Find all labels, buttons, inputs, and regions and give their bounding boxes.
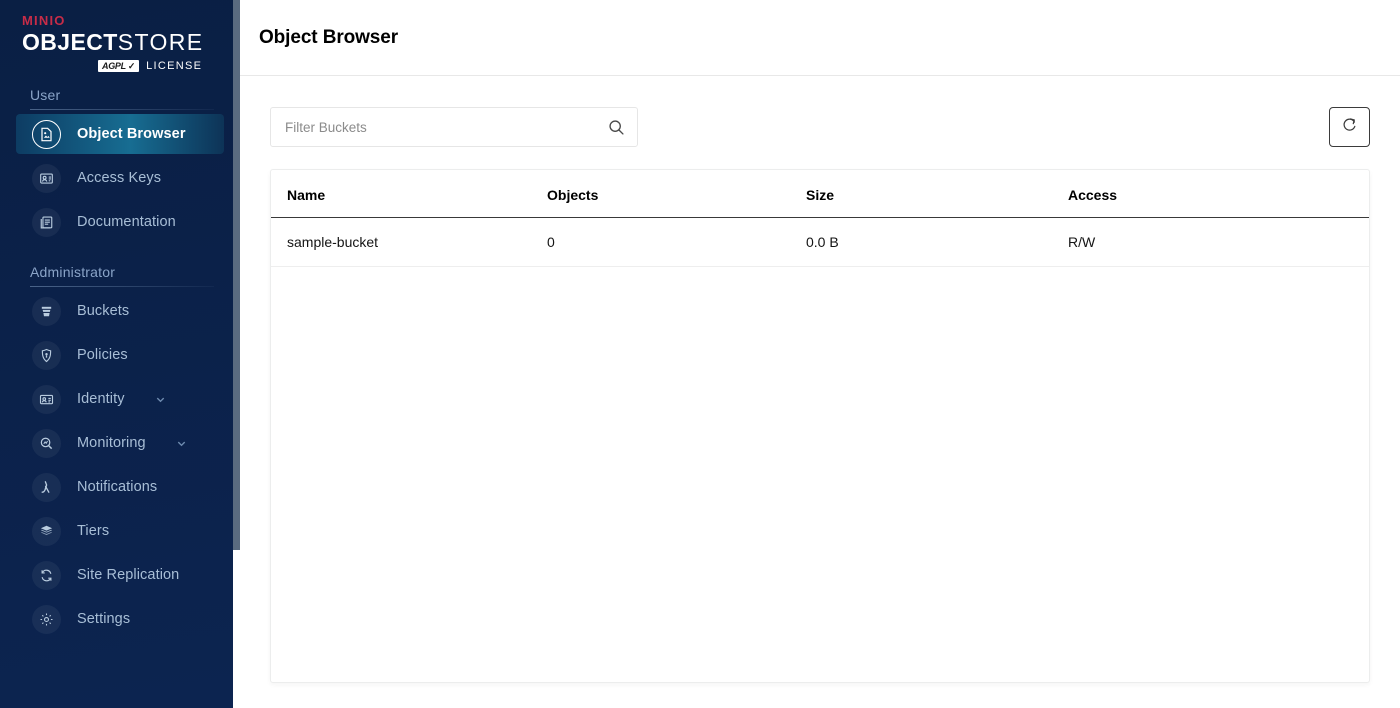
monitoring-magnifier-icon: [32, 428, 61, 458]
column-header-access[interactable]: Access: [1068, 170, 1369, 218]
refresh-icon: [1341, 116, 1358, 138]
table-row[interactable]: sample-bucket 0 0.0 B R/W: [271, 217, 1369, 267]
bucket-icon: [32, 296, 61, 326]
column-header-size[interactable]: Size: [806, 170, 1068, 218]
sync-arrows-icon: [32, 560, 61, 590]
agpl-badge-text: AGPL: [102, 61, 126, 71]
sidebar-item-access-keys[interactable]: Access Keys: [16, 158, 224, 198]
product-wordmark: OBJECTSTORE: [22, 30, 240, 58]
column-header-objects[interactable]: Objects: [547, 170, 806, 218]
sidebar-item-identity[interactable]: Identity: [16, 379, 224, 419]
app-root: MINIO OBJECTSTORE AGPL ✓ LICENSE User Ob…: [0, 0, 1400, 708]
leaf-icon: ✓: [127, 61, 136, 71]
sidebar-item-label: Policies: [77, 347, 128, 363]
column-header-name[interactable]: Name: [271, 170, 547, 218]
sidebar-item-label: Monitoring: [77, 435, 146, 451]
cell-bucket-objects: 0: [547, 217, 806, 267]
sidebar-item-label: Buckets: [77, 303, 130, 319]
sidebar-item-label: Identity: [77, 391, 125, 407]
buckets-table-card: Name Objects Size Access sample-bucket 0…: [270, 169, 1370, 683]
sidebar-section-label-administrator: Administrator: [30, 264, 116, 280]
toolbar: [270, 107, 1370, 147]
chevron-down-icon[interactable]: [176, 438, 187, 449]
sidebar-section-label-user: User: [30, 87, 61, 103]
documentation-icon: [32, 207, 61, 237]
cell-bucket-size: 0.0 B: [806, 217, 1068, 267]
chevron-down-icon[interactable]: [155, 394, 166, 405]
minio-wordmark-suffix: IO: [49, 13, 66, 28]
sidebar-item-notifications[interactable]: Notifications: [16, 467, 224, 507]
sidebar-item-label: Site Replication: [77, 567, 180, 583]
object-browser-icon: [32, 119, 61, 149]
content-area: Name Objects Size Access sample-bucket 0…: [240, 76, 1400, 683]
sidebar-item-settings[interactable]: Settings: [16, 599, 224, 639]
search-icon[interactable]: [608, 119, 625, 136]
sidebar-item-label: Documentation: [77, 214, 176, 230]
sidebar-item-label: Object Browser: [77, 126, 186, 142]
main-content: Object Browser Filter Buckets Name Objec…: [240, 0, 1400, 708]
sidebar-item-label: Access Keys: [77, 170, 162, 186]
sidebar-item-tiers[interactable]: Tiers: [16, 511, 224, 551]
buckets-table: Name Objects Size Access sample-bucket 0…: [271, 170, 1369, 267]
license-label: LICENSE: [146, 60, 203, 72]
page-header: Object Browser: [240, 0, 1400, 76]
sidebar-item-object-browser[interactable]: Object Browser: [16, 114, 224, 154]
page-title: Object Browser: [259, 26, 399, 48]
cell-bucket-access: R/W: [1068, 217, 1369, 267]
sidebar-item-label: Tiers: [77, 523, 110, 539]
table-header-row: Name Objects Size Access: [271, 170, 1369, 218]
minio-wordmark: MINIO: [22, 14, 240, 28]
sidebar-item-site-replication[interactable]: Site Replication: [16, 555, 224, 595]
identity-card-icon: [32, 384, 61, 414]
sidebar-item-policies[interactable]: Policies: [16, 335, 224, 375]
gear-icon: [32, 604, 61, 634]
sidebar-nav: User Object Browser Access Keys Document…: [0, 77, 240, 708]
product-wordmark-bold: OBJECT: [22, 29, 118, 55]
sidebar-item-buckets[interactable]: Buckets: [16, 291, 224, 331]
sidebar-item-documentation[interactable]: Documentation: [16, 202, 224, 242]
sidebar: MINIO OBJECTSTORE AGPL ✓ LICENSE User Ob…: [0, 0, 240, 708]
cell-bucket-name: sample-bucket: [271, 217, 547, 267]
sidebar-section-divider-user: [30, 109, 214, 110]
agpl-badge: AGPL ✓: [98, 60, 140, 72]
layers-icon: [32, 516, 61, 546]
brand-logo[interactable]: MINIO OBJECTSTORE AGPL ✓ LICENSE: [0, 0, 240, 77]
lambda-icon: [32, 472, 61, 502]
minio-wordmark-prefix: MIN: [22, 13, 50, 28]
search-input[interactable]: [271, 108, 637, 146]
product-wordmark-light: STORE: [117, 29, 204, 55]
filter-buckets-field[interactable]: [270, 107, 638, 147]
table-head: Name Objects Size Access: [271, 170, 1369, 218]
table-body: sample-bucket 0 0.0 B R/W: [271, 217, 1369, 267]
sidebar-scrollbar-track[interactable]: [233, 0, 240, 708]
access-keys-icon: [32, 163, 61, 193]
sidebar-scrollbar-thumb[interactable]: [233, 0, 240, 550]
sidebar-section-divider-administrator: [30, 286, 214, 287]
license-row: AGPL ✓ LICENSE: [98, 60, 240, 72]
shield-lock-icon: [32, 340, 61, 370]
sidebar-item-label: Settings: [77, 611, 131, 627]
refresh-button[interactable]: [1329, 107, 1370, 147]
sidebar-item-monitoring[interactable]: Monitoring: [16, 423, 224, 463]
sidebar-item-label: Notifications: [77, 479, 158, 495]
